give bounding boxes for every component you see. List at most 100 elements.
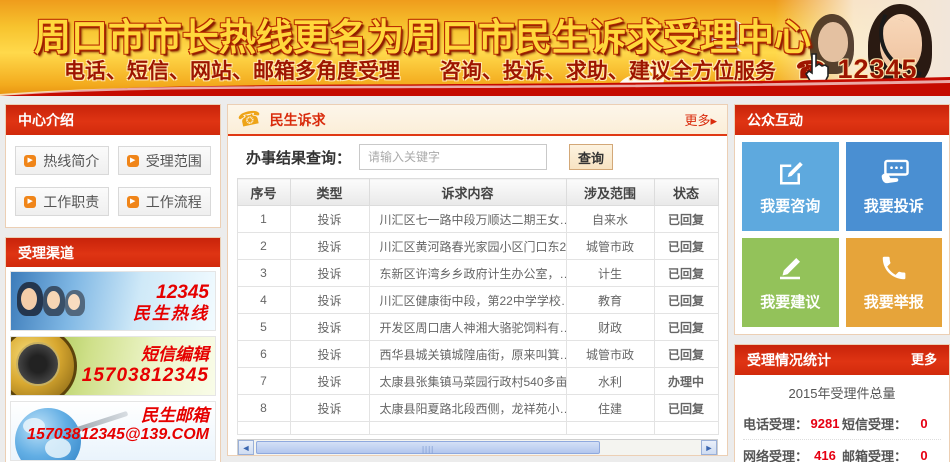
channels-title: 受理渠道 [18,238,74,268]
cell-scope: 住建 [566,395,654,422]
table-row: 7 投诉 太康县张集镇马菜园行政村540多亩… 水利 办理中 [237,368,718,395]
interaction-tiles: 我要咨询 我要投诉 我要建议 [735,135,949,334]
interaction-header: 公众互动 [735,105,949,135]
status-badge: 已回复 [654,341,718,368]
scrollbar-grip-icon: |||| [422,445,434,454]
table-header-row: 序号 类型 诉求内容 涉及范围 状态 [237,179,718,206]
horizontal-scrollbar[interactable]: ◄ |||| ► [237,439,718,456]
status-badge: 已回复 [654,395,718,422]
appeal-link[interactable]: 西华县城关镇城隍庙街，原来叫箕… [369,341,566,368]
scrollbar-track[interactable]: |||| [254,440,701,455]
stats-header: 受理情况统计 更多 [735,345,949,375]
tile-report[interactable]: 我要举报 [846,238,943,327]
telephone-icon: ☎ [236,106,264,133]
cell-scope: 城管市政 [566,233,654,260]
search-label: 办事结果查询： [246,147,351,168]
intro-header: 中心介绍 [6,105,220,135]
intro-button-duties[interactable]: ▶ 工作职责 [15,187,109,216]
sms-banner-text: 短信编辑 15703812345 [82,345,209,386]
tile-suggest[interactable]: 我要建议 [742,238,839,327]
mail-banner[interactable]: 民生邮箱 15703812345@139.COM [10,401,216,461]
arrow-bullet-icon: ▶ [24,196,36,208]
mail-label-text: 民生邮箱 [27,406,209,426]
tile-label: 我要举报 [864,291,924,312]
tile-label: 我要投诉 [864,195,924,216]
mail-banner-text: 民生邮箱 15703812345@139.COM [27,406,209,444]
stat-label: 短信受理： [842,414,907,433]
sms-label-text: 短信编辑 [82,345,209,365]
scroll-left-arrow-icon[interactable]: ◄ [238,440,254,455]
arrow-bullet-icon: ▶ [24,155,36,167]
cell-scope: 财政 [566,314,654,341]
appeal-link[interactable]: 川汇区七一路中段万顺达二期王女… [369,206,566,233]
appeal-link[interactable]: 太康县阳夏路北段西侧，龙祥苑小… [369,395,566,422]
appeals-title: 民生诉求 [270,110,677,130]
appeal-link[interactable]: 川汇区黄河路春光家园小区门口东2… [369,233,566,260]
intro-buttons: ▶ 热线简介 ▶ 受理范围 ▶ 工作职责 ▶ 工作流程 [6,135,220,227]
col-header-status: 状态 [654,179,718,206]
appeals-more-link[interactable]: 更多▸ [684,110,717,129]
appeal-link[interactable]: 川汇区健康街中段，第22中学学校… [369,287,566,314]
stat-label: 电话受理： [743,414,808,433]
scroll-right-arrow-icon[interactable]: ► [701,440,717,455]
cell-type: 投诉 [290,368,369,395]
cell-type: 投诉 [290,341,369,368]
tablet-hand-icon [878,157,910,187]
table-row: 5 投诉 开发区周口唐人神湘大骆驼饲料有… 财政 已回复 [237,314,718,341]
intro-button-label: 受理范围 [146,151,202,171]
compass-image [10,336,77,396]
keyword-input[interactable] [359,144,547,170]
left-sidebar: 中心介绍 ▶ 热线简介 ▶ 受理范围 ▶ 工作职责 ▶ 工作流程 [5,104,221,462]
cell-no: 7 [237,368,290,395]
stat-sms: 短信受理： 0 [842,414,941,433]
stats-more-link[interactable]: 更多 [911,345,937,375]
stat-web: 网络受理： 416 [743,446,842,462]
tile-consult[interactable]: 我要咨询 [742,142,839,231]
intro-button-label: 热线简介 [43,151,99,171]
cell-no: 5 [237,314,290,341]
table-row: 1 投诉 川汇区七一路中段万顺达二期王女… 自来水 已回复 [237,206,718,233]
stats-row: 网络受理： 416 邮箱受理： 0 [743,439,941,462]
stat-value: 9281 [808,416,842,431]
intro-button-acceptance-scope[interactable]: ▶ 受理范围 [118,146,212,175]
scrollbar-thumb[interactable]: |||| [256,441,600,454]
top-banner: 周口市市长热线更名为周口市民生诉求受理中心 电话、短信、网站、邮箱多角度受理 咨… [0,0,950,96]
search-button[interactable]: 查询 [569,144,613,170]
cell-no: 6 [237,341,290,368]
intro-button-workflow[interactable]: ▶ 工作流程 [118,187,212,216]
tile-label: 我要咨询 [760,195,820,216]
sms-banner[interactable]: 短信编辑 15703812345 [10,336,216,396]
appeals-header: ☎ 民生诉求 更多▸ [228,105,727,136]
center-intro-panel: 中心介绍 ▶ 热线简介 ▶ 受理范围 ▶ 工作职责 ▶ 工作流程 [5,104,221,228]
stats-row: 电话受理： 9281 短信受理： 0 [743,408,941,439]
cell-empty [237,422,290,435]
mail-address-text: 15703812345@139.COM [27,426,209,444]
cell-scope: 教育 [566,287,654,314]
tile-complain[interactable]: 我要投诉 [846,142,943,231]
appeal-link[interactable]: 太康县张集镇马菜园行政村540多亩… [369,368,566,395]
stat-label: 邮箱受理： [842,446,907,462]
appeal-link[interactable]: 东新区许湾乡乡政府计生办公室，… [369,260,566,287]
table-row: 4 投诉 川汇区健康街中段，第22中学学校… 教育 已回复 [237,287,718,314]
cell-scope: 城管市政 [566,341,654,368]
intro-button-hotline-profile[interactable]: ▶ 热线简介 [15,146,109,175]
cell-no: 3 [237,260,290,287]
intro-button-label: 工作流程 [146,192,202,212]
channels-header: 受理渠道 [5,237,221,267]
stats-title: 受理情况统计 [747,345,831,375]
hotline-banner[interactable]: 12345 民生热线 [10,271,216,331]
arrow-bullet-icon: ▶ [127,155,139,167]
status-badge: 已回复 [654,206,718,233]
cell-empty [566,422,654,435]
intro-button-label: 工作职责 [43,192,99,212]
stats-subtitle: 2015年受理件总量 [735,375,949,408]
cell-no: 4 [237,287,290,314]
appeal-link[interactable]: 开发区周口唐人神湘大骆驼饲料有… [369,314,566,341]
col-header-no: 序号 [237,179,290,206]
hotline-label-text: 民生热线 [133,304,209,324]
appeals-table: 序号 类型 诉求内容 涉及范围 状态 1 投诉 川汇区七一路中段万顺达二期王女…… [237,178,719,435]
hotline-banner-text: 12345 民生热线 [133,282,209,323]
stat-value: 0 [907,448,941,462]
cell-empty [290,422,369,435]
interaction-title: 公众互动 [747,105,803,135]
